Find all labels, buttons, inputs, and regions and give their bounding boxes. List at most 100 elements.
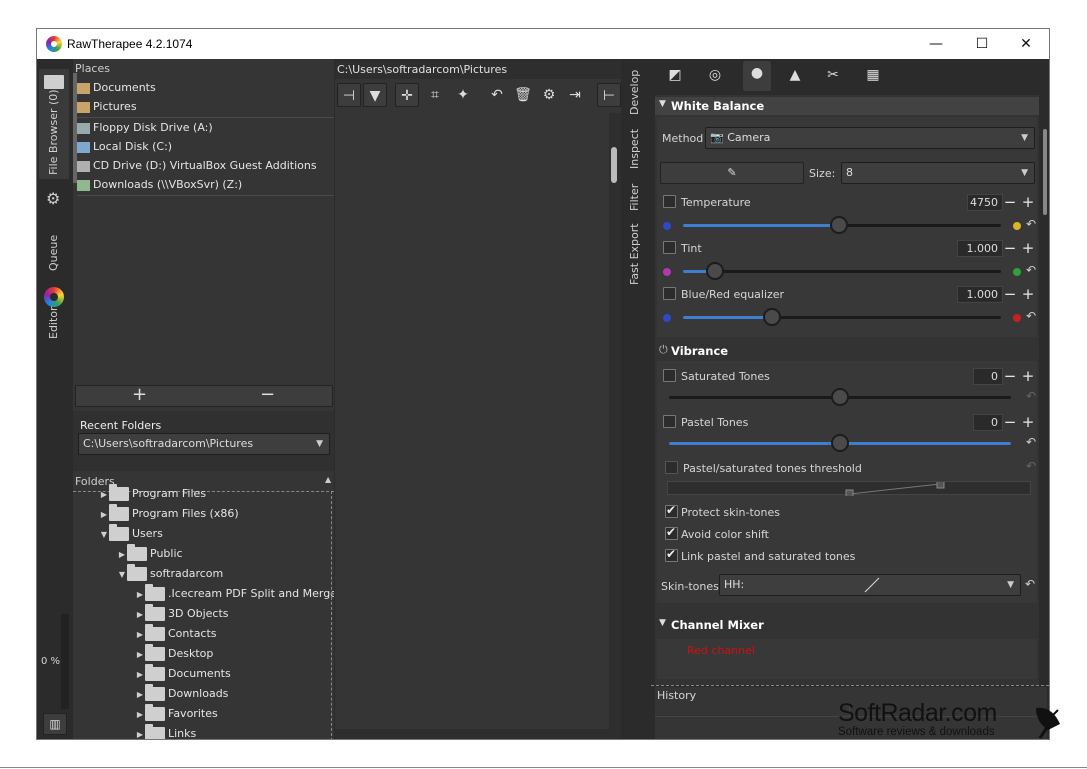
expand-arrow-icon[interactable]: ▶ bbox=[135, 605, 145, 624]
move-panel-icon[interactable]: ✥ bbox=[43, 739, 67, 740]
tab-file-browser[interactable]: File Browser (0) bbox=[39, 69, 69, 179]
skin-tones-curve-dropdown[interactable]: HH: ▼ bbox=[719, 574, 1021, 596]
place-cd-drive[interactable]: CD Drive (D:) VirtualBox Guest Additions bbox=[77, 156, 317, 175]
tab-filter[interactable]: Filter bbox=[622, 179, 652, 213]
saturated-decrease-button[interactable]: − bbox=[1003, 368, 1017, 385]
color-tab-icon[interactable]: ● bbox=[743, 61, 771, 91]
tab-inspect[interactable]: Inspect bbox=[622, 125, 652, 171]
folder-3d-objects[interactable]: ▶ 3D Objects bbox=[135, 604, 229, 623]
threshold-reset-icon[interactable]: ↶ bbox=[1026, 459, 1036, 473]
temperature-checkbox[interactable] bbox=[663, 195, 676, 208]
export-icon[interactable]: ⇥ bbox=[563, 83, 587, 107]
thumbnail-area[interactable] bbox=[335, 113, 609, 729]
tab-queue[interactable]: ⚙ Queue bbox=[39, 187, 69, 275]
tab-fast-export[interactable]: Fast Export bbox=[622, 219, 652, 287]
folder-downloads[interactable]: ▶ Downloads bbox=[135, 684, 228, 703]
skin-tones-reset-icon[interactable]: ↶ bbox=[1025, 577, 1035, 591]
process-icon[interactable]: ⚙ bbox=[537, 83, 561, 107]
temperature-slider[interactable] bbox=[683, 216, 1001, 234]
place-floppy[interactable]: Floppy Disk Drive (A:) bbox=[77, 118, 213, 137]
folder-contacts[interactable]: ▶ Contacts bbox=[135, 624, 217, 643]
folder-icecream[interactable]: ▶ .Icecream PDF Split and Merge bbox=[135, 584, 334, 603]
pastel-value[interactable]: 0 bbox=[973, 414, 1003, 431]
pastel-reset-icon[interactable]: ↶ bbox=[1026, 435, 1036, 449]
equalizer-value[interactable]: 1.000 bbox=[957, 286, 1003, 303]
pastel-checkbox[interactable] bbox=[663, 415, 676, 428]
thumbnail-vscrollbar[interactable] bbox=[611, 147, 617, 183]
pastel-slider[interactable] bbox=[669, 434, 1011, 452]
crosshair-icon[interactable]: ✛ bbox=[395, 83, 419, 107]
tint-slider[interactable] bbox=[683, 262, 1001, 280]
place-pictures[interactable]: Pictures bbox=[77, 97, 137, 116]
trash-icon[interactable]: 🗑 bbox=[511, 83, 535, 107]
tool-panel-scrollbar[interactable] bbox=[1043, 129, 1047, 215]
expand-arrow-icon[interactable]: ▶ bbox=[117, 545, 127, 564]
saturated-checkbox[interactable] bbox=[663, 369, 676, 382]
add-place-button[interactable]: + bbox=[132, 384, 147, 405]
detail-tab-icon[interactable]: ◎ bbox=[703, 63, 727, 87]
expand-arrow-icon[interactable]: ▶ bbox=[135, 665, 145, 684]
place-documents[interactable]: Documents bbox=[77, 78, 156, 97]
recent-folders-dropdown[interactable]: C:\Users\softradarcom\Pictures ▼ bbox=[78, 433, 330, 455]
saturated-reset-icon[interactable]: ↶ bbox=[1026, 389, 1036, 403]
expand-arrow-icon[interactable]: ▶ bbox=[135, 585, 145, 604]
tint-increase-button[interactable]: + bbox=[1021, 240, 1035, 257]
equalizer-reset-icon[interactable]: ↶ bbox=[1026, 309, 1036, 323]
wavelet-tab-icon[interactable]: ▲ bbox=[783, 63, 807, 87]
crop-icon[interactable]: ⌗ bbox=[423, 83, 447, 107]
folder-documents[interactable]: ▶ Documents bbox=[135, 664, 231, 683]
power-icon[interactable]: ⏻ bbox=[659, 343, 668, 357]
eyedropper-button[interactable]: ✎ bbox=[660, 162, 804, 184]
folder-links[interactable]: ▶ Links bbox=[135, 724, 196, 739]
collapse-arrow-icon[interactable]: ▼ bbox=[99, 525, 109, 544]
size-dropdown[interactable]: 8 ▼ bbox=[841, 162, 1035, 184]
place-local-disk[interactable]: Local Disk (C:) bbox=[77, 137, 172, 156]
tab-develop[interactable]: Develop bbox=[622, 69, 652, 119]
expand-arrow-icon[interactable]: ▶ bbox=[135, 705, 145, 724]
threshold-slider[interactable] bbox=[667, 481, 1031, 496]
channel-mixer-header[interactable]: ▼ Channel Mixer bbox=[655, 615, 1039, 635]
avoid-color-shift-checkbox[interactable] bbox=[665, 525, 678, 540]
raw-tab-icon[interactable]: ▦ bbox=[861, 63, 885, 87]
chevron-up-icon[interactable]: ▲ bbox=[325, 475, 331, 484]
white-balance-header[interactable]: ▼ White Balance bbox=[655, 97, 1039, 115]
pastel-decrease-button[interactable]: − bbox=[1003, 414, 1017, 431]
equalizer-slider[interactable] bbox=[683, 308, 1001, 326]
histogram-toggle-icon[interactable]: ▥ bbox=[43, 713, 67, 735]
equalizer-checkbox[interactable] bbox=[663, 287, 676, 300]
link-tones-checkbox[interactable] bbox=[665, 547, 678, 562]
tint-reset-icon[interactable]: ↶ bbox=[1026, 263, 1036, 277]
close-button[interactable]: ✕ bbox=[1003, 29, 1049, 59]
minimize-button[interactable]: — bbox=[913, 29, 959, 59]
tint-decrease-button[interactable]: − bbox=[1003, 240, 1017, 257]
vibrance-header[interactable]: ⏻ Vibrance bbox=[655, 341, 1039, 361]
expand-arrow-icon[interactable]: ▶ bbox=[135, 685, 145, 704]
folder-favorites[interactable]: ▶ Favorites bbox=[135, 704, 218, 723]
equalizer-decrease-button[interactable]: − bbox=[1003, 286, 1017, 303]
expand-arrow-icon[interactable]: ▶ bbox=[135, 625, 145, 644]
folder-program-files[interactable]: ▶ Program Files bbox=[99, 484, 206, 503]
magic-wand-icon[interactable]: ✦ bbox=[451, 83, 475, 107]
folder-desktop[interactable]: ▶ Desktop bbox=[135, 644, 213, 663]
protect-skin-checkbox[interactable] bbox=[665, 503, 678, 518]
place-downloads[interactable]: Downloads (\\VBoxSvr) (Z:) bbox=[77, 175, 242, 194]
expand-arrow-icon[interactable]: ▶ bbox=[135, 645, 145, 664]
pastel-increase-button[interactable]: + bbox=[1021, 414, 1035, 431]
temperature-value[interactable]: 4750 bbox=[967, 194, 1003, 211]
folder-softradarcom[interactable]: ▼ softradarcom bbox=[117, 564, 223, 583]
folder-program-files-x86[interactable]: ▶ Program Files (x86) bbox=[99, 504, 239, 523]
equalizer-increase-button[interactable]: + bbox=[1021, 286, 1035, 303]
expand-arrow-icon[interactable]: ▶ bbox=[135, 725, 145, 739]
folder-users[interactable]: ▼ Users bbox=[99, 524, 163, 543]
tint-value[interactable]: 1.000 bbox=[957, 240, 1003, 257]
saturated-slider[interactable] bbox=[669, 388, 1011, 406]
method-dropdown[interactable]: 📷 Camera ▼ bbox=[705, 127, 1035, 149]
folder-public[interactable]: ▶ Public bbox=[117, 544, 183, 563]
collapse-arrow-icon[interactable]: ▼ bbox=[117, 565, 127, 584]
collapse-left-icon[interactable]: ⊣ bbox=[337, 83, 361, 107]
saturated-value[interactable]: 0 bbox=[973, 368, 1003, 385]
temperature-increase-button[interactable]: + bbox=[1021, 194, 1035, 211]
transform-tab-icon[interactable]: ✂ bbox=[821, 63, 845, 87]
temperature-reset-icon[interactable]: ↶ bbox=[1026, 217, 1036, 231]
maximize-button[interactable]: ☐ bbox=[959, 29, 1005, 59]
